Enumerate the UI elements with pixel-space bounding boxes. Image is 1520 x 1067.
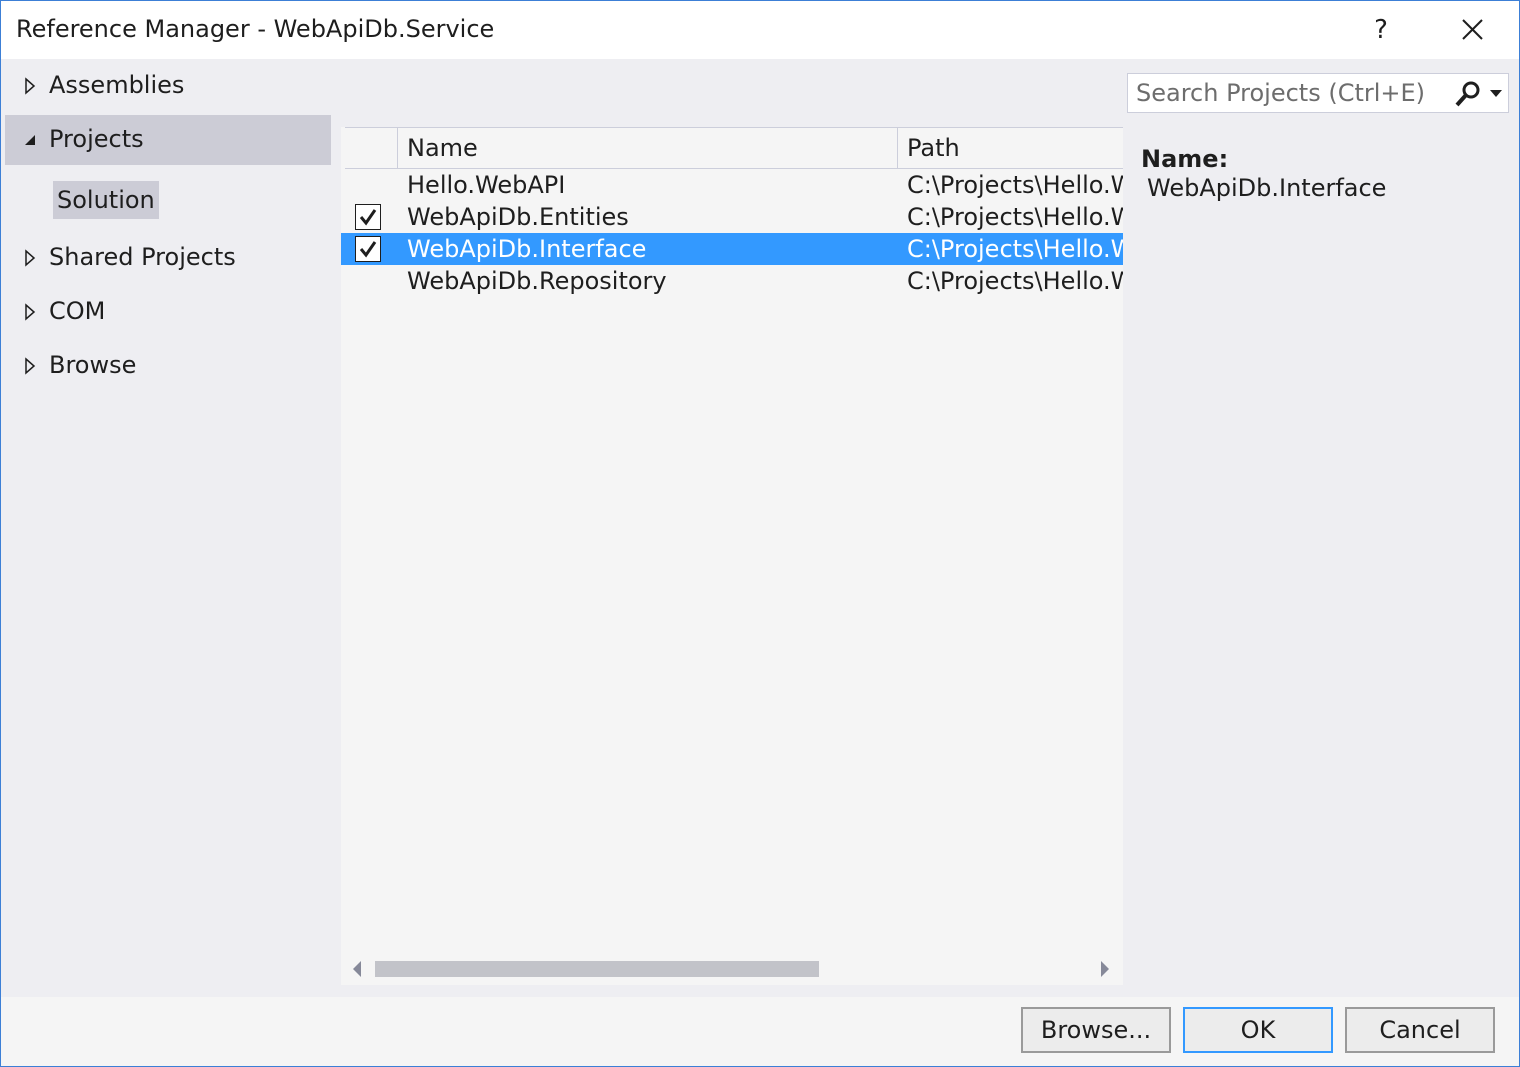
row-name: WebApiDb.Entities — [407, 203, 629, 231]
reference-checkbox[interactable] — [355, 204, 381, 230]
scroll-left-icon[interactable] — [351, 961, 363, 977]
nav-item-label: Browse — [49, 351, 137, 379]
row-name: Hello.WebAPI — [407, 171, 566, 199]
scrollbar-thumb[interactable] — [375, 961, 819, 977]
nav-item-shared-projects[interactable]: Shared Projects — [5, 233, 331, 283]
collapse-arrow-icon — [25, 135, 35, 145]
list-row-webapidb-entities[interactable]: WebApiDb.Entities C:\Projects\Hello.WebA… — [341, 201, 1123, 233]
window-title: Reference Manager - WebApiDb.Service — [16, 15, 495, 43]
scroll-right-icon[interactable] — [1099, 961, 1111, 977]
browse-button[interactable]: Browse... — [1021, 1007, 1171, 1053]
list-row-hello-webapi[interactable]: Hello.WebAPI C:\Projects\Hello.WebAPI — [341, 169, 1123, 201]
expand-arrow-icon — [25, 77, 36, 95]
search-input[interactable] — [1136, 78, 1446, 108]
dialog-footer: Browse... OK Cancel — [1, 997, 1519, 1066]
chevron-down-icon[interactable] — [1490, 90, 1502, 98]
column-header-name[interactable]: Name — [407, 134, 478, 162]
row-path: C:\Projects\Hello.WebAPI — [907, 171, 1123, 199]
list-row-webapidb-interface[interactable]: WebApiDb.Interface C:\Projects\Hello.Web… — [341, 233, 1123, 265]
title-bar: Reference Manager - WebApiDb.Service ? — [1, 1, 1519, 59]
row-name: WebApiDb.Interface — [407, 235, 647, 263]
nav-item-label: Shared Projects — [49, 243, 236, 271]
nav-item-label: Assemblies — [49, 71, 185, 99]
close-button[interactable] — [1451, 9, 1493, 51]
checkmark-icon — [359, 209, 377, 226]
nav-item-label: Projects — [49, 125, 144, 153]
detail-name-label: Name: — [1141, 145, 1229, 173]
row-path: C:\Projects\Hello.WebAPI — [907, 203, 1123, 231]
checkmark-icon — [359, 241, 377, 258]
column-separator[interactable] — [897, 128, 898, 168]
row-path: C:\Projects\Hello.WebAPI — [907, 267, 1123, 295]
nav-item-browse[interactable]: Browse — [5, 341, 331, 391]
expand-arrow-icon — [25, 249, 36, 267]
horizontal-scrollbar[interactable] — [341, 955, 1123, 983]
nav-item-projects[interactable]: Projects — [5, 115, 331, 165]
project-list: Name Path Hello.WebAPI C:\Projects\Hello… — [341, 127, 1123, 985]
row-path: C:\Projects\Hello.WebAPI — [907, 235, 1123, 263]
help-button[interactable]: ? — [1361, 9, 1401, 51]
row-name: WebApiDb.Repository — [407, 267, 667, 295]
close-icon — [1462, 19, 1483, 40]
expand-arrow-icon — [25, 357, 36, 375]
search-icon[interactable] — [1454, 80, 1482, 108]
list-row-webapidb-repository[interactable]: WebApiDb.Repository C:\Projects\Hello.We… — [341, 265, 1123, 297]
ok-button[interactable]: OK — [1183, 1007, 1333, 1053]
reference-manager-dialog: Reference Manager - WebApiDb.Service ? A… — [0, 0, 1520, 1067]
reference-checkbox[interactable] — [355, 236, 381, 262]
nav-item-com[interactable]: COM — [5, 287, 331, 337]
column-header-path[interactable]: Path — [907, 134, 960, 162]
nav-item-assemblies[interactable]: Assemblies — [5, 61, 331, 111]
nav-item-label: COM — [49, 297, 106, 325]
list-header: Name Path — [345, 127, 1123, 169]
cancel-button[interactable]: Cancel — [1345, 1007, 1495, 1053]
search-box[interactable] — [1127, 73, 1509, 113]
expand-arrow-icon — [25, 303, 36, 321]
category-nav: Assemblies Projects Solution Shared Proj… — [1, 59, 341, 999]
nav-subitem-solution[interactable]: Solution — [53, 181, 159, 219]
detail-name-value: WebApiDb.Interface — [1147, 174, 1387, 202]
column-separator[interactable] — [397, 128, 398, 168]
